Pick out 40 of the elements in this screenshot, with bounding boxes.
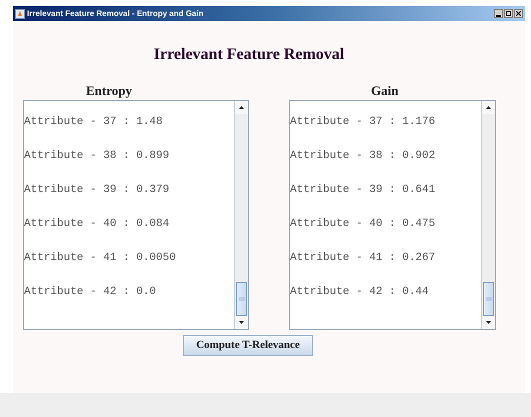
scroll-up-button[interactable] bbox=[482, 101, 495, 114]
list-item[interactable]: Attribute - 41 : 0.267 bbox=[290, 252, 436, 264]
list-box[interactable]: Attribute - 37 : 1.176 Attribute - 38 : 0.902 Attribute - 39 : 0.641 Attribute - 40 : 0.475 Attribute - 41 : 0.267 Attribute - 42 : 0.44 bbox=[289, 100, 496, 330]
compute-button[interactable]: Compute T-Relevance bbox=[183, 335, 313, 356]
list-item[interactable]: Attribute - 39 : 0.379 bbox=[24, 184, 170, 196]
maximize-icon bbox=[506, 11, 511, 16]
maximize-button[interactable] bbox=[504, 9, 513, 18]
up-arrow-icon bbox=[486, 106, 491, 109]
list-label: Gain bbox=[371, 83, 398, 98]
minimize-icon bbox=[496, 15, 501, 17]
list-item[interactable]: Attribute - 41 : 0.0050 bbox=[24, 252, 176, 264]
grip-icon bbox=[238, 297, 244, 301]
scrollbar[interactable] bbox=[234, 101, 248, 329]
scrollbar[interactable] bbox=[481, 101, 495, 329]
heading: Irrelevant Feature Removal bbox=[154, 45, 344, 65]
list-item[interactable]: Attribute - 40 : 0.084 bbox=[24, 218, 170, 230]
scroll-thumb[interactable] bbox=[236, 282, 247, 316]
list-box[interactable]: Attribute - 37 : 1.48 Attribute - 38 : 0.899 Attribute - 39 : 0.379 Attribute - 40 : 0.084 Attribute - 41 : 0.0050 Attribute - 42 : 0.0 bbox=[23, 100, 249, 330]
window-title: Irrelevant Feature Removal - Entropy and Gain bbox=[27, 8, 204, 20]
scroll-down-button[interactable] bbox=[482, 316, 495, 329]
close-button[interactable] bbox=[514, 9, 523, 18]
list-item[interactable]: Attribute - 37 : 1.48 bbox=[24, 116, 163, 128]
minimize-button[interactable] bbox=[494, 9, 503, 18]
close-icon bbox=[516, 11, 521, 16]
scroll-thumb[interactable] bbox=[483, 282, 494, 316]
down-arrow-icon bbox=[239, 321, 244, 324]
list-item[interactable]: Attribute - 37 : 1.176 bbox=[290, 116, 436, 128]
scroll-up-button[interactable] bbox=[235, 101, 248, 114]
scroll-down-button[interactable] bbox=[235, 316, 248, 329]
app-icon bbox=[15, 8, 25, 18]
list-item[interactable]: Attribute - 38 : 0.899 bbox=[24, 150, 170, 162]
grip-icon bbox=[486, 297, 492, 301]
up-arrow-icon bbox=[239, 106, 244, 109]
list-item[interactable]: Attribute - 42 : 0.44 bbox=[290, 286, 429, 298]
list-item[interactable]: Attribute - 38 : 0.902 bbox=[290, 150, 436, 162]
list-item[interactable]: Attribute - 40 : 0.475 bbox=[290, 218, 436, 230]
list-item[interactable]: Attribute - 42 : 0.0 bbox=[24, 286, 156, 298]
down-arrow-icon bbox=[486, 321, 491, 324]
list-item[interactable]: Attribute - 39 : 0.641 bbox=[290, 184, 436, 196]
list-label: Entropy bbox=[86, 83, 132, 98]
